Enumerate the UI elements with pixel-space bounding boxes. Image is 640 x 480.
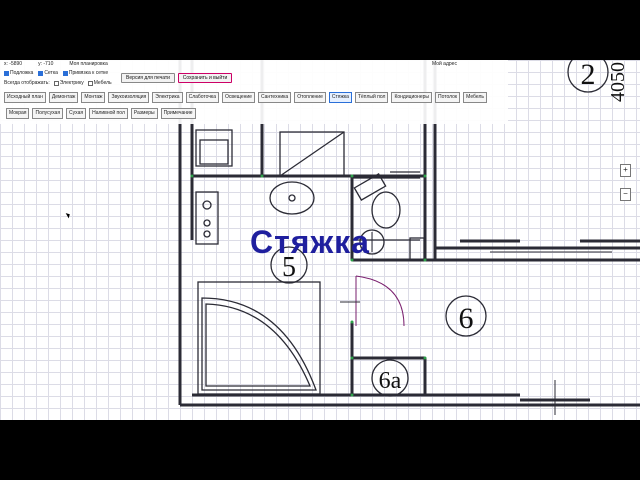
tab-semi-dry[interactable]: Полусухая [32, 108, 64, 119]
stage-tabs: Исходный план Демонтаж Монтаж Звукоизоля… [4, 92, 487, 103]
tab-initial-plan[interactable]: Исходный план [4, 92, 46, 103]
room-number-6: 6 [459, 302, 474, 335]
washer [195, 129, 233, 167]
sink [269, 181, 315, 215]
snap-checkbox[interactable]: Привязка к сетке [62, 70, 108, 76]
tab-plumbing[interactable]: Сантехника [257, 92, 292, 103]
always-show-label: Всегда отображать: [4, 80, 50, 86]
y-coordinate: y: -710 [38, 61, 54, 67]
tab-heating[interactable]: Отопление [294, 92, 326, 103]
view-options: Подложка Сетка Привязка к сетке [4, 70, 108, 76]
cabinet [195, 191, 219, 245]
tab-electrics[interactable]: Электрика [152, 92, 183, 103]
tab-self-leveling[interactable]: Наливной пол [89, 108, 128, 119]
tab-floor-heating[interactable]: Тёплый пол [354, 92, 389, 103]
checkbox-empty-icon [53, 80, 59, 86]
underlay-checkbox[interactable]: Подложка [4, 70, 33, 76]
x-coordinate: x: -5890 [4, 61, 23, 67]
letterbox-top [0, 0, 640, 60]
door-arc [355, 275, 405, 327]
tab-soundproofing[interactable]: Звукоизоляция [108, 92, 150, 103]
tab-note[interactable]: Примечание [160, 108, 196, 119]
always-show-options: Всегда отображать: Электрику Мебель [4, 80, 112, 86]
tab-ceiling[interactable]: Потолок [434, 92, 461, 103]
checkbox-empty-icon [87, 80, 93, 86]
checkbox-checked-icon [62, 70, 68, 76]
plan-name: Моя планировка [69, 61, 108, 67]
dimension-label: 4050 [607, 62, 629, 102]
furniture-checkbox[interactable]: Мебель [87, 80, 112, 86]
editor-toolbar: x: -5890 y: -710 Моя планировка Мой адре… [0, 60, 508, 124]
print-version-button[interactable]: Версия для печати [121, 73, 175, 83]
washer-panel [199, 139, 229, 165]
tab-demolition[interactable]: Демонтаж [48, 92, 79, 103]
grid-checkbox[interactable]: Сетка [38, 70, 58, 76]
tab-lighting[interactable]: Освещение [222, 92, 255, 103]
electrics-checkbox[interactable]: Электрику [53, 80, 84, 86]
zoom-out-button[interactable]: − [620, 188, 631, 201]
room-number-6a: 6а [379, 368, 402, 394]
checkbox-checked-icon [4, 70, 9, 76]
tab-furniture[interactable]: Мебель [463, 92, 487, 103]
tab-installation[interactable]: Монтаж [81, 92, 106, 103]
tab-low-current[interactable]: Слаботочка [185, 92, 220, 103]
room-number-2: 2 [581, 60, 596, 91]
coords-readout: x: -5890 y: -710 Моя планировка [4, 61, 108, 67]
sub-stage-tabs: Мокрая Полусухая Сухая Наливной пол Разм… [6, 108, 196, 119]
tab-dimensions[interactable]: Размеры [130, 108, 158, 119]
letterbox-bottom [0, 420, 640, 480]
overlay-stage-title: Стяжка [250, 224, 370, 260]
zoom-in-button[interactable]: + [620, 164, 631, 177]
tab-air-conditioners[interactable]: Кондиционеры [391, 92, 432, 103]
checkbox-checked-icon [38, 70, 44, 76]
save-and-exit-button[interactable]: Сохранить и выйти [178, 73, 232, 83]
tab-screed[interactable]: Стяжка [328, 92, 352, 103]
tab-dry[interactable]: Сухая [66, 108, 87, 119]
tab-wet[interactable]: Мокрая [6, 108, 30, 119]
toilet-bowl [371, 191, 401, 229]
floor-plan-editor: 2 5 6 6а 4050 x: -5890 y: -710 Моя плани… [0, 60, 640, 420]
address-label: Мой адрес [432, 61, 457, 67]
drain [409, 237, 425, 261]
